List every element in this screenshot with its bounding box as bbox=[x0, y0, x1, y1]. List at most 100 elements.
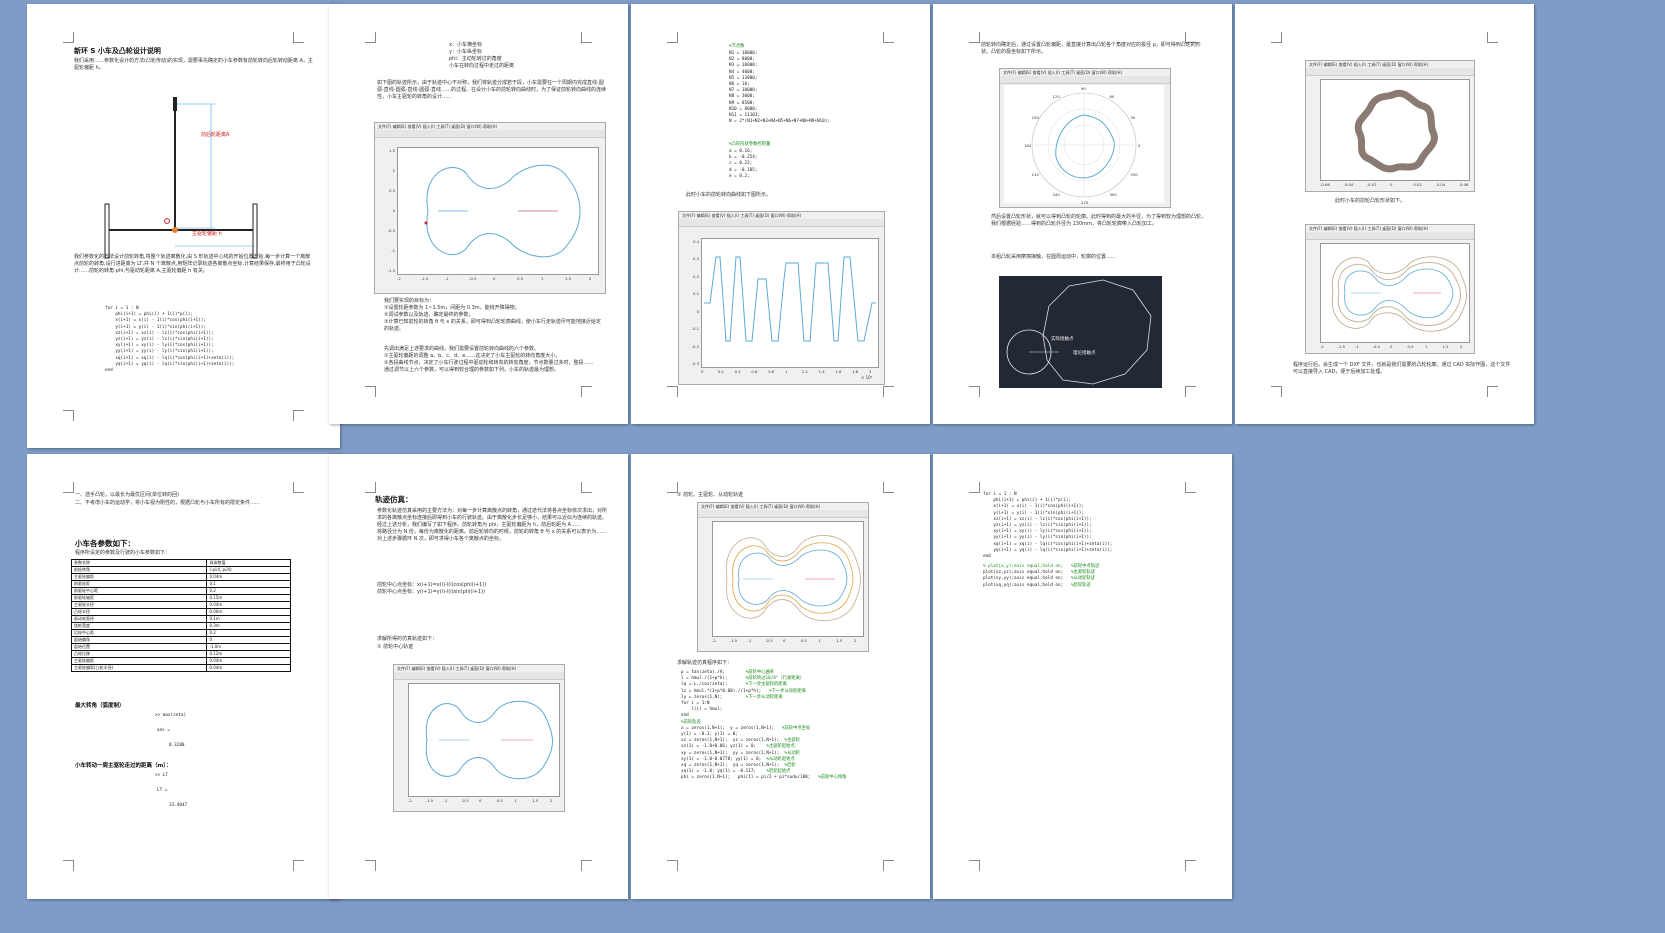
table-row: 后轮中心距 0.2 bbox=[70, 629, 291, 637]
figure-menubar[interactable]: 文件(F) 编辑(E) 查看(V) 插入(I) 工具(T) 桌面(D) 窗口(W… bbox=[1306, 61, 1474, 68]
constraint-line-2: 二、不考虑小车的运动学，将小车视为刚性的，根据凸轮与小车所有的限定条件…… bbox=[75, 500, 261, 506]
list-item: 我们要实现的目标为： bbox=[384, 298, 435, 304]
crop-mark bbox=[581, 860, 592, 871]
tick-label: -0.1 bbox=[691, 326, 699, 332]
tick-label: -0.06 bbox=[1320, 182, 1330, 187]
table-cell: 0 bbox=[206, 636, 291, 644]
tick-label: 1.4 bbox=[818, 369, 825, 374]
polar-angle-label: 330 bbox=[1130, 171, 1138, 177]
list-item: ③计算已知前轮的转角 θ 与 x 的关系，即可得到凸轮轮廓曲线，使小车行走轨迹尽… bbox=[384, 319, 601, 332]
polar-angle-label: 240 bbox=[1052, 192, 1060, 198]
crop-mark bbox=[293, 410, 304, 421]
method-paragraph: 我们参数化的方法设计前轮转角,将整个轨迹离散化,由 S 形轨迹中心线的开始位置开… bbox=[74, 254, 311, 274]
code-line: xq(i+1) = xq(i) - lq(i)*cos(phi(i+1)+zet… bbox=[983, 541, 1113, 547]
tick-label: 0.1 bbox=[692, 291, 699, 297]
crop-mark bbox=[969, 482, 980, 493]
document-page-1: 新环 S 小车及凸轮设计说明 我们采用……参数化设计的方法(凸轮传动)的实现，需… bbox=[27, 4, 340, 448]
crop-mark bbox=[1185, 386, 1196, 397]
tick-label: -1.5 bbox=[1337, 344, 1345, 349]
tick-label: 0.6 bbox=[751, 369, 758, 374]
parameter-table: 参数名称 具体数值 前轮转角 (-pi/4, pi/4) 主驱轮偏距 0.04m 前驱轮距 0… bbox=[70, 559, 291, 672]
list-item: ②调试参数以及轨迹，确定最终的参数； bbox=[384, 312, 474, 318]
tick-label: -0.5 bbox=[387, 228, 395, 233]
figure-toolbar[interactable] bbox=[1306, 232, 1474, 240]
tick-label: -1.5 bbox=[387, 268, 395, 273]
table-cell: 0.2 bbox=[206, 587, 291, 595]
crop-mark bbox=[365, 482, 376, 493]
crop-mark bbox=[1185, 860, 1196, 871]
tick-label: -0.5 bbox=[461, 798, 469, 803]
table-cell: 前轮转角 bbox=[70, 566, 208, 574]
figure-toolbar[interactable] bbox=[679, 219, 884, 227]
table-row: 前驱轮中心距 0.2 bbox=[70, 587, 291, 595]
document-page-8: ② 前轮、主驱轮、从动轮轨迹 文件(F) 编辑(E) 查看(V) 插入(I) 工… bbox=[631, 454, 930, 899]
tick-label: 0.5 bbox=[800, 638, 807, 643]
figure-toolbar[interactable] bbox=[1306, 68, 1474, 76]
crop-mark bbox=[293, 860, 304, 871]
figure-caption: 求解所得的仿真轨迹如下： bbox=[377, 636, 438, 642]
polar-angle-label: 120 bbox=[1052, 93, 1060, 99]
tick-label: 0.02 bbox=[1413, 182, 1422, 187]
figure-caption: 此时小车的前轮凸轮形状如下。 bbox=[1335, 198, 1406, 204]
crop-mark bbox=[365, 386, 376, 397]
parameter-paragraph: 先调出满足上述要求的曲线，我们需要设置前轮转向曲线的六个参数。 ①主驱轮偏距的调… bbox=[384, 346, 594, 373]
crop-mark bbox=[63, 410, 74, 421]
code-shape-params: a = 0.16; b = -0.254; c = 0.22; d = -0.185;… bbox=[729, 149, 757, 180]
figure-menubar[interactable]: 文件(F) 编辑(E) 查看(V) 插入(I) 工具(T) 桌面(D) 窗口(W… bbox=[679, 212, 884, 219]
figure-toolbar[interactable] bbox=[375, 130, 605, 138]
wheel-tracks-curve bbox=[1331, 256, 1467, 332]
list-item: phi：主动轮转过的角度 bbox=[449, 56, 502, 62]
table-cell: 主驱轮偏距 bbox=[70, 573, 208, 581]
tick-label: -1.5 bbox=[729, 638, 738, 643]
figure-item-label: ② 前轮、主驱轮、从动轮轨迹 bbox=[677, 492, 744, 498]
tick-label: 1.5 bbox=[565, 276, 572, 281]
table-cell: -1.0m bbox=[206, 643, 291, 651]
figure-toolbar[interactable] bbox=[1000, 76, 1170, 84]
crop-mark bbox=[883, 386, 894, 397]
figure-toolbar[interactable] bbox=[394, 672, 564, 680]
figure-menubar[interactable]: 文件(F) 编辑(E) 查看(V) 插入(I) 工具(T) 桌面(D) 窗口(W… bbox=[375, 123, 605, 130]
y-tick-labels: 0.4 0.3 0.2 0.1 0 -0.1 -0.2 -0.3 bbox=[683, 238, 699, 366]
tick-label: -2 bbox=[712, 638, 716, 643]
table-cell: 具体数值 bbox=[206, 559, 291, 567]
tick-label: 0.2 bbox=[692, 273, 699, 279]
crop-mark bbox=[1487, 386, 1498, 397]
crop-mark bbox=[293, 32, 304, 43]
figure-menubar[interactable]: 文件(F) 编辑(E) 查看(V) 插入(I) 工具(T) 桌面(D) 窗口(W… bbox=[698, 503, 868, 510]
document-page-5: 文件(F) 编辑(E) 查看(V) 插入(I) 工具(T) 桌面(D) 窗口(W… bbox=[1235, 4, 1534, 424]
tick-label: 1 bbox=[785, 369, 788, 374]
figure-menubar[interactable]: 文件(F) 编辑(E) 查看(V) 插入(I) 工具(T) 桌面(D) 窗口(W… bbox=[1000, 69, 1170, 76]
table-cell: 0.3m bbox=[206, 622, 291, 630]
polar-angle-label: 180 bbox=[1024, 143, 1032, 148]
coordinate-formulas: 前轮中心点坐标：x(i+1)=x(i)-l(i)cos(phi(i+1)) 前轮… bbox=[377, 582, 487, 595]
tick-label: 0 bbox=[696, 308, 699, 314]
goal-steps: 我们要实现的目标为： ①设置轮距参数为 1~1.5m，间距为 0.3m，能绕开障碍… bbox=[384, 298, 604, 333]
crop-mark bbox=[883, 482, 894, 493]
table-cell: 前驱轮中心距 bbox=[70, 587, 208, 595]
contact-paragraph: 本组凸轮采用摩擦接触，在圆周运动中，轮廓的位置…… bbox=[991, 254, 1117, 260]
dxf-paragraph: 程序运行后，会生成一个 DXF 文件，也就是我们需要的凸轮轮廓。通过 CAD 实… bbox=[1293, 362, 1511, 375]
max-angle-heading: 最大转角（弧度制） bbox=[75, 703, 125, 709]
code-comment-nodes: %节点数 bbox=[729, 44, 745, 49]
tick-label: -0.3 bbox=[691, 361, 699, 366]
tick-label: -1 bbox=[1355, 344, 1359, 349]
matlab-figure-front-track: 文件(F) 编辑(E) 查看(V) 插入(I) 工具(T) 桌面(D) 窗口(W… bbox=[393, 664, 565, 812]
table-row: 主驱轮半径 0.04m bbox=[70, 601, 291, 609]
code-line: e = 0.2; bbox=[729, 173, 750, 179]
figure-toolbar[interactable] bbox=[698, 510, 868, 518]
table-cell: 起始位置 bbox=[70, 643, 208, 651]
tick-label: 1 bbox=[1425, 344, 1428, 349]
page-title: 新环 S 小车及凸轮设计说明 bbox=[74, 47, 161, 55]
table-cell: 主驱轮偏距(凸轮半径) bbox=[70, 664, 208, 672]
figure-item-label: ① 前轮中心轨迹 bbox=[377, 644, 414, 650]
figure-menubar[interactable]: 文件(F) 编辑(E) 查看(V) 插入(I) 工具(T) 桌面(D) 窗口(W… bbox=[394, 665, 564, 672]
code-line: plot(xq,yq);axis equal;hold on; %后轮轨迹 bbox=[983, 582, 1091, 588]
constraint-line-1: 一、选手凸轮，以最长为最优区间(单位转的回) bbox=[75, 492, 179, 498]
tick-label: 1 bbox=[818, 638, 821, 643]
table-cell: 凸轮位移 bbox=[70, 650, 208, 658]
code-caption: 求解轨迹仿真程序如下： bbox=[677, 660, 733, 666]
cam-paragraph: 前轮转向确定后，通过设置凸轮偏距，最直接计算出凸轮各个角度对应的极径 ρ，即可得… bbox=[981, 42, 1201, 55]
figure-menubar[interactable]: 文件(F) 编辑(E) 查看(V) 插入(I) 工具(T) 桌面(D) 窗口(W… bbox=[1306, 225, 1474, 232]
polar-angle-label: 60 bbox=[1109, 93, 1115, 99]
tick-label: 0.2 bbox=[717, 369, 724, 374]
